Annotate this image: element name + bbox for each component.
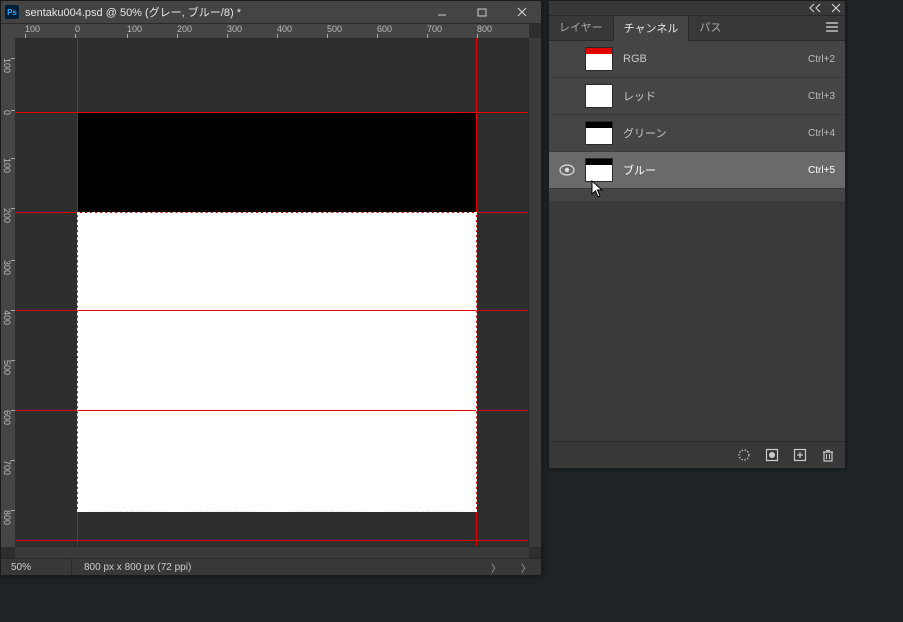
ruler-left-label: 300 (2, 260, 12, 275)
ruler-left-label: 400 (2, 310, 12, 325)
guide-horizontal[interactable] (15, 540, 529, 541)
channel-name: グリーン (623, 125, 798, 141)
ruler-left-label: 500 (2, 360, 12, 375)
channel-shortcut: Ctrl+3 (808, 91, 835, 102)
ruler-left-label: 600 (2, 410, 12, 425)
ruler-left-label: 200 (2, 208, 12, 223)
zoom-level[interactable]: 50% (1, 559, 72, 575)
channel-name: ブルー (623, 162, 798, 178)
ruler-left-label: 100 (2, 58, 12, 73)
document-info[interactable]: 800 px x 800 px (72 ppi) (72, 562, 481, 573)
channel-thumbnail (585, 121, 613, 145)
channel-visibility-icon[interactable] (559, 164, 575, 176)
status-chevron-icon[interactable]: 〉 (481, 560, 511, 575)
status-bar: 50% 800 px x 800 px (72 ppi) 〉 〉 (1, 558, 541, 575)
channels-list: RGB Ctrl+2 レッド Ctrl+3 グリーン Ctrl+4 ブルー Ctrl+5 (549, 41, 845, 201)
channel-shortcut: Ctrl+4 (808, 128, 835, 139)
ruler-top-label: 700 (427, 24, 442, 34)
app-icon: Ps (5, 5, 19, 19)
window-titlebar[interactable]: Ps sentaku004.psd @ 50% (グレー, ブルー/8) * (1, 1, 541, 24)
guide-horizontal[interactable] (15, 112, 529, 113)
close-button[interactable] (507, 3, 537, 21)
panel-menu-icon[interactable] (819, 17, 845, 40)
channel-row[interactable]: RGB Ctrl+2 (549, 41, 845, 78)
tab-paths[interactable]: パス (689, 15, 731, 40)
channel-row[interactable]: ブルー Ctrl+5 (549, 152, 845, 189)
ruler-left-label: 700 (2, 460, 12, 475)
vertical-scrollbar[interactable] (528, 38, 541, 547)
ruler-top-label: 600 (377, 24, 392, 34)
collapse-panel-icon[interactable] (809, 3, 821, 13)
guide-vertical[interactable] (77, 38, 78, 547)
maximize-button[interactable] (467, 3, 497, 21)
channels-empty-area[interactable] (549, 201, 845, 441)
delete-channel-icon[interactable] (821, 448, 835, 462)
guide-horizontal[interactable] (15, 310, 529, 311)
ruler-horizontal[interactable]: 100 0 100 200 300 400 500 600 700 800 (15, 24, 529, 39)
channel-name: RGB (623, 53, 798, 65)
channel-thumbnail (585, 158, 613, 182)
ruler-top-label: 800 (477, 24, 492, 34)
guide-horizontal[interactable] (15, 410, 529, 411)
ruler-left-label: 100 (2, 158, 12, 173)
channels-panel[interactable]: レイヤー チャンネル パス RGB Ctrl+2 レッド Ctrl+3 グリーン Ctrl… (548, 0, 846, 469)
channel-shortcut: Ctrl+5 (808, 165, 835, 176)
load-channel-selection-icon[interactable] (737, 448, 751, 462)
ruler-vertical[interactable]: 1000100200300400500600700800 (1, 38, 16, 547)
panel-footer (549, 441, 845, 468)
panel-tabs: レイヤー チャンネル パス (549, 16, 845, 41)
status-chevron-icon[interactable]: 〉 (511, 560, 541, 575)
tab-layers[interactable]: レイヤー (549, 15, 613, 40)
ruler-origin[interactable] (1, 24, 16, 39)
ruler-top-label: 500 (327, 24, 342, 34)
document-title: sentaku004.psd @ 50% (グレー, ブルー/8) * (25, 4, 427, 20)
save-selection-as-channel-icon[interactable] (765, 448, 779, 462)
ruler-left-label: 800 (2, 510, 12, 525)
ruler-top-label: 200 (177, 24, 192, 34)
channel-name: レッド (623, 88, 798, 104)
channel-row[interactable]: グリーン Ctrl+4 (549, 115, 845, 152)
panel-topbar (549, 1, 845, 16)
document-window[interactable]: Ps sentaku004.psd @ 50% (グレー, ブルー/8) * 1… (0, 0, 542, 576)
channel-row[interactable]: レッド Ctrl+3 (549, 78, 845, 115)
ruler-top-label: 0 (75, 24, 80, 34)
guide-horizontal[interactable] (15, 212, 529, 213)
canvas-white-area (77, 212, 477, 512)
minimize-button[interactable] (427, 3, 457, 21)
tab-channels[interactable]: チャンネル (613, 15, 690, 41)
ruler-top-label: 300 (227, 24, 242, 34)
new-channel-icon[interactable] (793, 448, 807, 462)
channel-shortcut: Ctrl+2 (808, 54, 835, 65)
channel-thumbnail (585, 47, 613, 71)
ruler-top-label: 100 (25, 24, 40, 34)
canvas-viewport[interactable] (15, 38, 529, 547)
ruler-top-label: 400 (277, 24, 292, 34)
ruler-top-label: 100 (127, 24, 142, 34)
guide-vertical[interactable] (476, 38, 477, 547)
channel-thumbnail (585, 84, 613, 108)
close-panel-icon[interactable] (831, 3, 841, 13)
